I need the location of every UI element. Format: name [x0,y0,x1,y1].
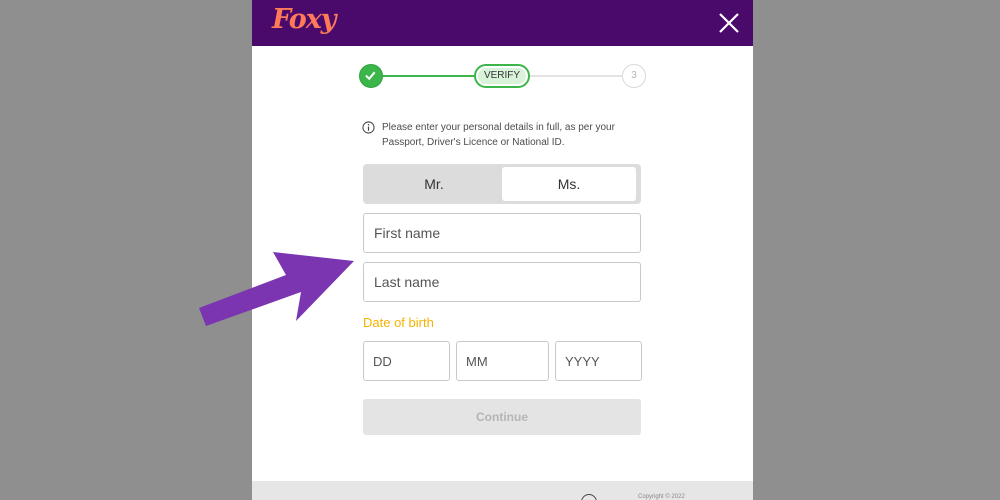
modal-header: Foxy [252,0,753,46]
info-text: Please enter your personal details in fu… [382,122,615,148]
check-icon [365,71,376,81]
modal-footer: Copyright © 2022 [252,481,753,500]
step-1-complete [359,64,383,88]
footer-icon [581,494,597,500]
stepper-line-complete [383,75,475,77]
step-2-verify: VERIFY [474,64,530,88]
info-icon [362,121,375,134]
title-option-mr[interactable]: Mr. [367,167,501,201]
step-2-label: VERIFY [478,68,526,84]
title-option-ms[interactable]: Ms. [502,167,636,201]
progress-stepper: VERIFY 3 [252,62,753,92]
footer-copyright: Copyright © 2022 [638,494,685,500]
step-3-pending: 3 [622,64,646,88]
title-toggle: Mr. Ms. [363,164,641,204]
dob-month-input[interactable] [456,341,549,381]
dob-year-input[interactable] [555,341,642,381]
close-icon[interactable] [717,11,741,35]
last-name-input[interactable] [363,262,641,302]
dob-day-input[interactable] [363,341,450,381]
foxy-logo: Foxy [272,4,336,35]
continue-button[interactable]: Continue [363,399,641,435]
arrow-icon [199,252,354,326]
first-name-input[interactable] [363,213,641,253]
dob-label: Date of birth [363,315,434,330]
stepper-line-pending [530,75,622,77]
